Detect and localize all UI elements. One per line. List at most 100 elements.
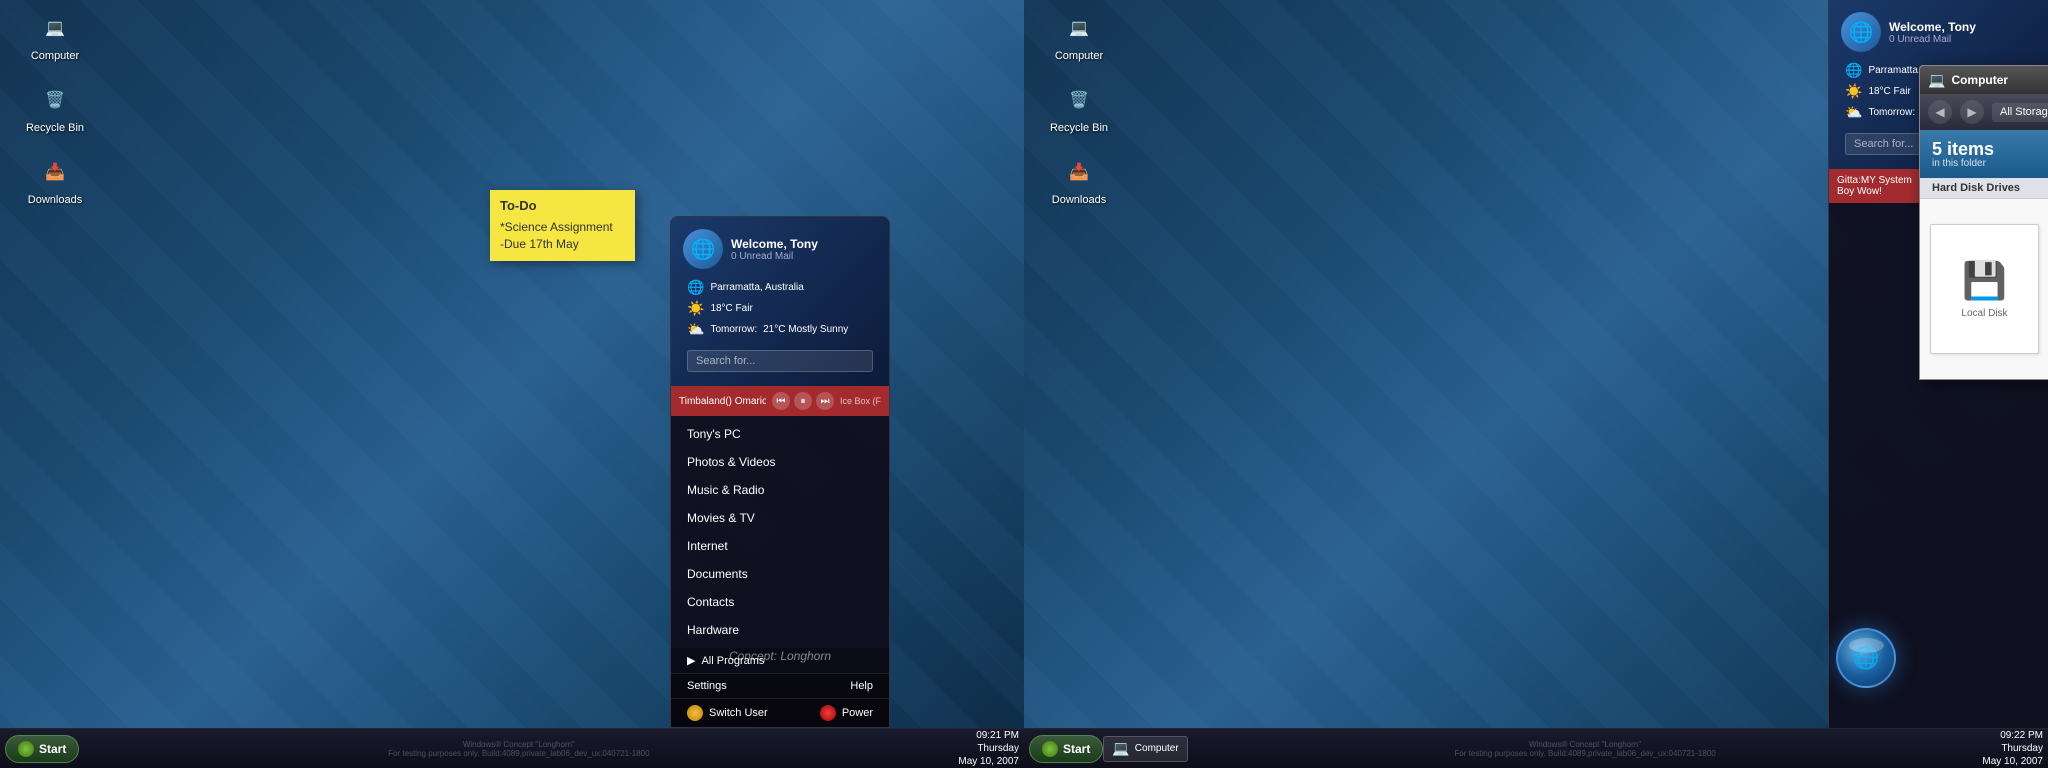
weather-tomorrow-right: Tomorrow: <box>1868 107 1915 118</box>
time-right: 09:22 PM <box>1982 729 2043 742</box>
start-label-left: Start <box>39 742 66 756</box>
window-toolbar: ◀ ▶ All Storage ▶ Library ▶ Contents 🔍 <box>1920 94 2048 130</box>
help-btn-left[interactable]: Help <box>850 680 873 692</box>
folder-subtitle: in this folder <box>1932 158 1994 169</box>
recycle-bin-icon-left[interactable]: 🗑️ Recycle Bin <box>20 82 90 134</box>
next-btn-left[interactable]: ⏭ <box>816 392 834 410</box>
sticky-note-title: To-Do <box>500 198 625 213</box>
build-subtext-left: For testing purposes only. Build:4089,pr… <box>388 749 649 758</box>
user-name-left: Welcome, Tony <box>731 237 818 251</box>
build-text-left: Windows® Concept "Longhorn" <box>388 740 649 749</box>
downloads-label-left: Downloads <box>28 194 82 206</box>
user-avatar-left: 🌐 <box>683 229 723 269</box>
taskbar-center-left: Windows® Concept "Longhorn" For testing … <box>79 740 958 758</box>
computer-icon-left[interactable]: 💻 Computer <box>20 10 90 62</box>
power-label-left: Power <box>842 707 873 719</box>
recycle-bin-label-left: Recycle Bin <box>26 122 84 134</box>
user-info-right: Welcome, Tony 0 Unread Mail <box>1889 20 1976 45</box>
settings-btn-left[interactable]: Settings <box>687 680 727 692</box>
menu-item-contacts[interactable]: Contacts <box>671 588 889 616</box>
recycle-bin-img-left: 🗑️ <box>37 82 73 118</box>
sun-icon-left: ☀️ <box>687 300 704 317</box>
taskbar-right-left: 09:21 PM Thursday May 10, 2007 <box>958 729 1019 768</box>
folder-info: 5 items in this folder <box>1932 140 1994 169</box>
taskbar-time-right: 09:22 PM Thursday May 10, 2007 <box>1982 729 2043 768</box>
computer-window: 💻 Computer _ □ ✕ ◀ ▶ All Storage ▶ Libra… <box>1919 65 2048 380</box>
desktop-icons-left: 💻 Computer 🗑️ Recycle Bin 📥 Downloads <box>20 10 90 206</box>
breadcrumb-part1: All Storage <box>2000 106 2048 118</box>
settings-label-left: Settings <box>687 680 727 692</box>
taskbar-item-label: Computer <box>1135 743 1179 754</box>
downloads-icon-right[interactable]: 📥 Downloads <box>1044 154 1114 206</box>
search-bar-left[interactable]: Search for... <box>687 350 873 372</box>
location-icon-left: 🌐 <box>687 279 704 296</box>
date-left: May 10, 2007 <box>958 755 1019 768</box>
power-icon-left <box>820 705 836 721</box>
window-title: Computer <box>1951 73 2008 87</box>
weather-location-left: 🌐 Parramatta, Australia <box>687 277 873 298</box>
address-bar[interactable]: All Storage ▶ Library ▶ Contents <box>1992 103 2048 122</box>
power-btn-left[interactable]: Power <box>820 705 873 721</box>
user-avatar-right: 🌐 <box>1841 12 1881 52</box>
day-left: Thursday <box>958 742 1019 755</box>
drive-thumbnail: 💾 Local Disk <box>1930 224 2039 354</box>
switch-user-label-left: Switch User <box>709 707 768 719</box>
cloud-icon-left: ⛅ <box>687 321 704 338</box>
user-section-right: 🌐 Welcome, Tony 0 Unread Mail <box>1837 8 2040 56</box>
user-info-left: Welcome, Tony 0 Unread Mail <box>731 237 818 262</box>
day-right: Thursday <box>1982 742 2043 755</box>
weather-current-row-left: ☀️ 18°C Fair <box>687 298 873 319</box>
user-mail-right: 0 Unread Mail <box>1889 34 1976 45</box>
longhorn-label-left: Concept: Longhorn <box>670 649 890 663</box>
start-button-right[interactable]: Start <box>1029 735 1103 763</box>
menu-item-music[interactable]: Music & Radio <box>671 476 889 504</box>
taskbar-item-computer[interactable]: 💻 Computer <box>1103 736 1187 762</box>
pause-btn-left[interactable]: ⏸ <box>794 392 812 410</box>
switch-user-icon-left <box>687 705 703 721</box>
build-subtext-right: For testing purposes only. Build:4089,pr… <box>1454 749 1715 758</box>
computer-icon-right[interactable]: 💻 Computer <box>1044 10 1114 62</box>
date-right: May 10, 2007 <box>1982 755 2043 768</box>
weather-section-left: 🌐 Parramatta, Australia ☀️ 18°C Fair ⛅ T… <box>679 273 881 344</box>
computer-label-left: Computer <box>31 50 79 62</box>
computer-icon-img-left: 💻 <box>37 10 73 46</box>
recycle-bin-img-right: 🗑️ <box>1061 82 1097 118</box>
prev-btn-left[interactable]: ⏮ <box>772 392 790 410</box>
cloud-icon-right: ⛅ <box>1845 104 1862 121</box>
user-mail-left: 0 Unread Mail <box>731 251 818 262</box>
weather-current-left: 18°C Fair <box>710 303 752 314</box>
sun-icon-right: ☀️ <box>1845 83 1862 100</box>
menu-item-photos[interactable]: Photos & Videos <box>671 448 889 476</box>
user-name-right: Welcome, Tony <box>1889 20 1976 34</box>
menu-item-hardware[interactable]: Hardware <box>671 616 889 644</box>
titlebar-left: 💻 Computer <box>1928 72 2008 89</box>
folder-count: 5 items <box>1932 140 1994 158</box>
menu-item-movies[interactable]: Movies & TV <box>671 504 889 532</box>
music-bar-left: Timbaland() Omarion ⏮ ⏸ ⏭ Ice Box (F <box>671 386 889 416</box>
weather-tomorrow-val-left: 21°C Mostly Sunny <box>763 324 848 335</box>
clock-left: 09:21 PM Thursday May 10, 2007 <box>958 729 1019 768</box>
power-section-left: Switch User Power <box>671 698 889 727</box>
start-menu-bottom-left: Settings Help <box>671 673 889 698</box>
recycle-bin-icon-right[interactable]: 🗑️ Recycle Bin <box>1044 82 1114 134</box>
user-section-left: 🌐 Welcome, Tony 0 Unread Mail <box>679 225 881 273</box>
start-orb-right <box>1042 741 1058 757</box>
menu-item-documents[interactable]: Documents <box>671 560 889 588</box>
start-menu-top-left: 🌐 Welcome, Tony 0 Unread Mail 🌐 Parramat… <box>671 217 889 386</box>
weather-tomorrow-row-left: ⛅ Tomorrow: 21°C Mostly Sunny <box>687 319 873 340</box>
downloads-icon-left[interactable]: 📥 Downloads <box>20 154 90 206</box>
start-button-left[interactable]: Start <box>5 735 79 763</box>
back-button[interactable]: ◀ <box>1928 100 1952 124</box>
forward-button[interactable]: ▶ <box>1960 100 1984 124</box>
menu-item-internet[interactable]: Internet <box>671 532 889 560</box>
computer-label-right: Computer <box>1055 50 1103 62</box>
switch-user-btn-left[interactable]: Switch User <box>687 705 768 721</box>
recycle-bin-label-right: Recycle Bin <box>1050 122 1108 134</box>
desktop-orb-right[interactable]: 🌐 <box>1836 628 1896 688</box>
music-controls-left: ⏮ ⏸ ⏭ <box>772 392 834 410</box>
taskbar-center-right: Windows® Concept "Longhorn" For testing … <box>1188 740 1983 758</box>
taskbar-right-bar: Start 💻 Computer Windows® Concept "Longh… <box>1024 728 2048 768</box>
menu-item-tonyspc[interactable]: Tony's PC <box>671 420 889 448</box>
clock-right: 09:22 PM Thursday May 10, 2007 <box>1982 729 2043 768</box>
window-titlebar: 💻 Computer _ □ ✕ <box>1920 66 2048 94</box>
